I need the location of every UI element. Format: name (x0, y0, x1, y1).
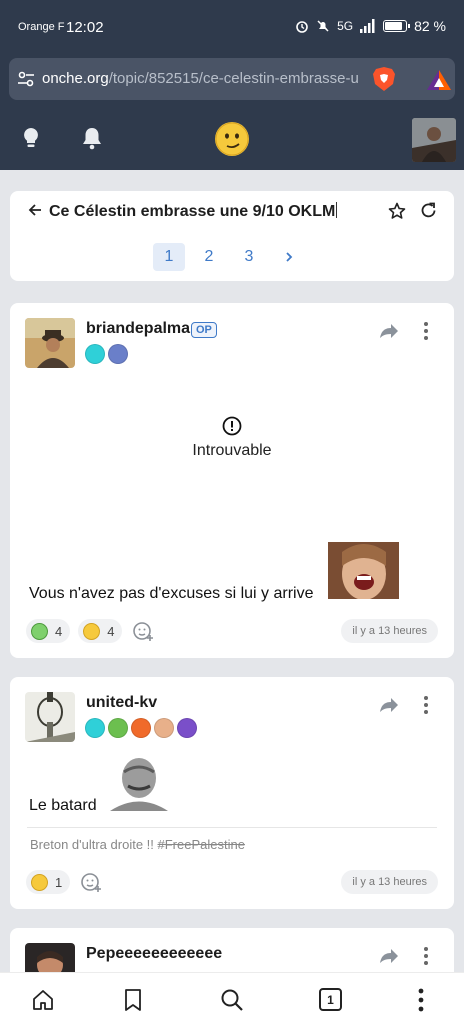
missing-media: Introuvable (10, 416, 454, 460)
laughing-man-sticker (102, 756, 176, 811)
browser-toolbar: onche.org/topic/852515/ce-celestin-embra… (0, 56, 464, 106)
reaction-count: 4 (55, 623, 63, 639)
smirk-face-icon (215, 122, 249, 156)
alarm-icon (296, 21, 308, 33)
profile-photo (412, 118, 456, 162)
page-3-button[interactable]: 3 (233, 243, 265, 271)
battery-icon (383, 20, 411, 32)
pagination: 1 2 3 (153, 243, 305, 271)
star-badge-icon (85, 718, 105, 738)
bell-icon[interactable] (81, 126, 103, 150)
battery-level: 82 % (414, 18, 446, 34)
topic-header-card: Ce Célestin embrasse une 9/10 OKLM 1 2 3 (10, 191, 454, 281)
post-card: briandepalma OP Introuvable Vous n'avez … (10, 303, 454, 658)
shield-badge-icon (131, 718, 151, 738)
carrier-name: Orange F (18, 21, 65, 33)
page-2-button[interactable]: 2 (193, 243, 225, 271)
site-header (0, 106, 464, 170)
author-username[interactable]: briandepalma (86, 320, 190, 338)
more-options-icon[interactable] (419, 321, 433, 341)
brave-shields-icon[interactable] (372, 66, 396, 92)
bookmark-icon[interactable] (124, 989, 142, 1011)
author-avatar[interactable] (25, 692, 75, 742)
add-reaction-icon[interactable] (80, 871, 102, 893)
avatar-image (25, 692, 75, 742)
share-icon[interactable] (379, 323, 399, 339)
topic-title: Ce Célestin embrasse une 9/10 OKLM (49, 202, 338, 220)
worried-emoji-icon (31, 873, 48, 891)
onche-logo[interactable] (215, 122, 249, 156)
more-options-icon[interactable] (419, 695, 433, 715)
op-badge: OP (191, 322, 217, 338)
signal-icon (360, 19, 375, 33)
reactions-bar: 4 4 (26, 619, 154, 643)
character-badge-icon (108, 718, 128, 738)
user-signature: Breton d'ultra droite !! #FreePalestine (30, 837, 245, 852)
url-text[interactable]: onche.org/topic/852515/ce-celestin-embra… (42, 70, 368, 87)
network-type: 5G (337, 19, 354, 33)
post-timestamp[interactable]: il y a 13 heures (341, 619, 438, 643)
reaction-count: 1 (55, 874, 63, 890)
tabs-button[interactable]: 1 (319, 988, 342, 1011)
address-bar[interactable]: onche.org/topic/852515/ce-celestin-embra… (9, 58, 455, 100)
sticker-image (328, 542, 399, 599)
mute-icon (317, 20, 329, 32)
share-icon[interactable] (379, 697, 399, 713)
back-arrow-icon[interactable] (28, 203, 42, 217)
sick-emoji-icon (31, 622, 48, 640)
reactions-bar: 1 (26, 870, 102, 894)
signature-divider (27, 827, 437, 828)
url-path: /topic/852515/ce-celestin-embrasse-u (108, 70, 359, 87)
browser-bottom-nav: 1 (0, 972, 464, 1024)
laughing-woman-sticker (328, 542, 399, 599)
menu-dots-icon[interactable] (414, 987, 428, 1013)
reaction-button[interactable]: 4 (78, 619, 123, 643)
alert-circle-icon (222, 416, 242, 436)
brave-rewards-icon[interactable] (426, 69, 452, 91)
missing-media-label: Introuvable (192, 442, 272, 459)
smirk-emoji-icon (83, 622, 101, 640)
reaction-button[interactable]: 4 (26, 619, 71, 643)
signature-hashtag[interactable]: #FreePalestine (158, 837, 245, 852)
add-reaction-icon[interactable] (132, 620, 154, 642)
search-icon[interactable] (220, 988, 244, 1012)
post-body-text: Vous n'avez pas d'excuses si lui y arriv… (29, 585, 314, 602)
star-icon[interactable] (388, 202, 406, 220)
status-bar: Orange F 12:02 5G 82 % (0, 0, 464, 56)
chevron-right-icon (286, 252, 293, 262)
refresh-icon[interactable] (420, 202, 437, 219)
sticker-image (102, 756, 176, 811)
face-badge-icon (154, 718, 174, 738)
avatar-image (25, 318, 75, 368)
character-badge-icon (108, 344, 128, 364)
share-icon[interactable] (379, 948, 399, 964)
status-time: 12:02 (66, 19, 104, 36)
page-1-button[interactable]: 1 (153, 243, 185, 271)
user-badges (85, 718, 197, 738)
lightbulb-icon[interactable] (20, 126, 42, 150)
user-badges (85, 344, 128, 364)
author-username[interactable]: united-kv (86, 694, 157, 712)
system-icons: 5G 82 % (295, 18, 446, 34)
author-avatar[interactable] (25, 318, 75, 368)
author-username[interactable]: Pepeeeeeeeeeeee (86, 945, 222, 963)
url-domain: onche.org (42, 70, 109, 87)
post-timestamp[interactable]: il y a 13 heures (341, 870, 438, 894)
more-options-icon[interactable] (419, 946, 433, 966)
site-settings-icon[interactable] (17, 71, 35, 87)
reaction-count: 4 (107, 623, 115, 639)
next-page-button[interactable] (273, 243, 305, 271)
post-card: united-kv Le batard Breton d'ultra droit… (10, 677, 454, 909)
reaction-button[interactable]: 1 (26, 870, 71, 894)
home-icon[interactable] (32, 989, 54, 1011)
post-body-text: Le batard (29, 797, 97, 814)
planet-badge-icon (177, 718, 197, 738)
star-badge-icon (85, 344, 105, 364)
user-avatar[interactable] (412, 118, 456, 162)
